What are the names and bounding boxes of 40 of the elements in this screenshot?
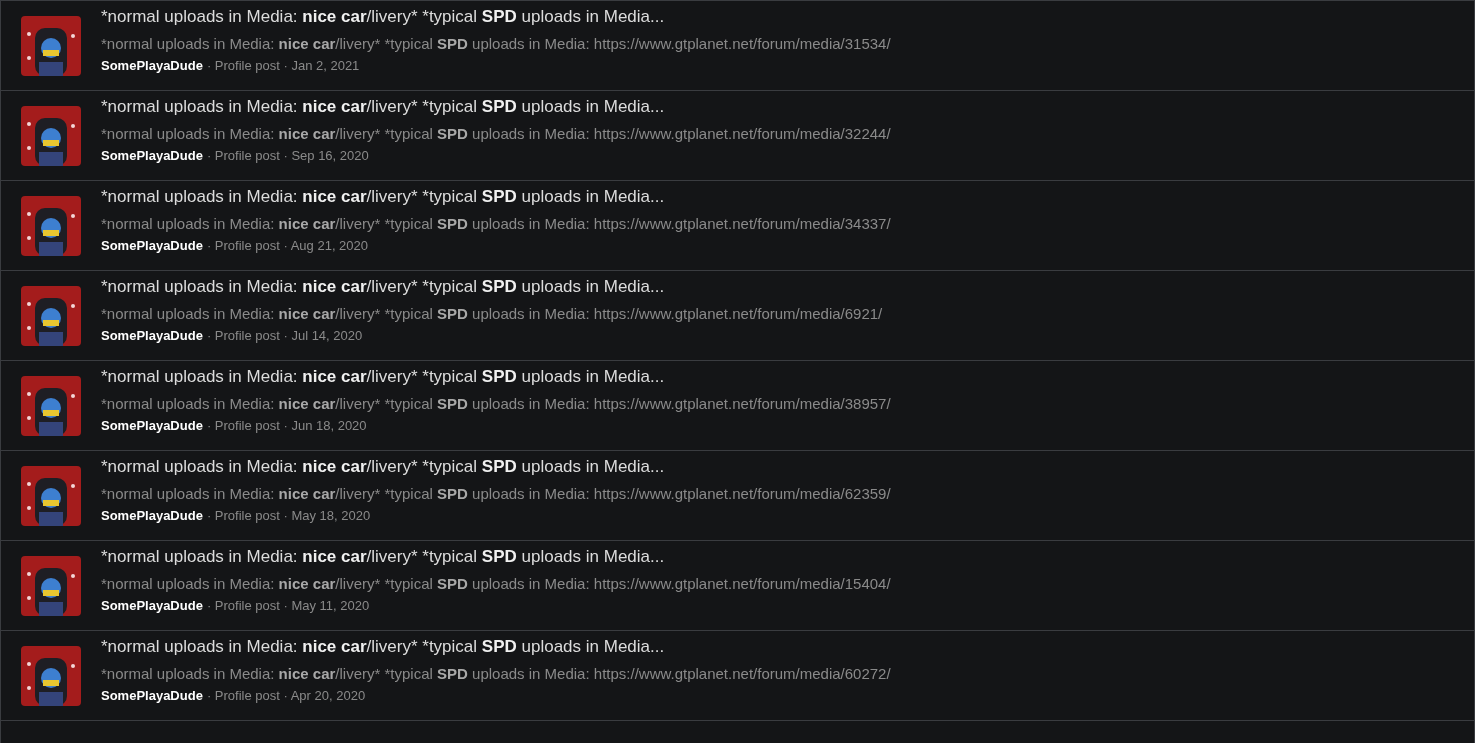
result-snippet: *normal uploads in Media: nice car/livery* *typical SPD uploads in Media: https://www.gtplanet.net/forum/media/34337/ <box>101 214 891 233</box>
author-link[interactable]: SomePlayaDude <box>101 417 203 434</box>
avatar-drawing <box>21 466 81 526</box>
result-snippet: *normal uploads in Media: nice car/livery* *typical SPD uploads in Media: https://www.gtplanet.net/forum/media/38957/ <box>101 394 891 413</box>
avatar-drawing <box>21 106 81 166</box>
result-snippet: *normal uploads in Media: nice car/livery* *typical SPD uploads in Media: https://www.gtplanet.net/forum/media/6921/ <box>101 304 883 323</box>
post-meta: · Profile post · Jun 18, 2020 <box>206 417 367 434</box>
avatar-drawing <box>21 556 81 616</box>
result-title[interactable]: *normal uploads in Media: nice car/livery* *typical SPD uploads in Media... <box>101 366 891 388</box>
post-meta: · Profile post · May 18, 2020 <box>206 507 371 524</box>
author-link[interactable]: SomePlayaDude <box>101 147 203 164</box>
result-title[interactable]: *normal uploads in Media: nice car/livery* *typical SPD uploads in Media... <box>101 6 891 28</box>
author-link[interactable]: SomePlayaDude <box>101 57 203 74</box>
post-meta: · Profile post · Jul 14, 2020 <box>206 327 363 344</box>
post-meta: · Profile post · Sep 16, 2020 <box>206 147 369 164</box>
result-snippet: *normal uploads in Media: nice car/livery* *typical SPD uploads in Media: https://www.gtplanet.net/forum/media/32244/ <box>101 124 891 143</box>
author-link[interactable]: SomePlayaDude <box>101 687 203 704</box>
avatar-drawing <box>21 16 81 76</box>
author-link[interactable]: SomePlayaDude <box>101 237 203 254</box>
avatar-drawing <box>21 196 81 256</box>
author-link[interactable]: SomePlayaDude <box>101 327 203 344</box>
post-meta: · Profile post · Jan 2, 2021 <box>206 57 360 74</box>
author-link[interactable]: SomePlayaDude <box>101 597 203 614</box>
result-title[interactable]: *normal uploads in Media: nice car/livery* *typical SPD uploads in Media... <box>101 276 883 298</box>
post-meta: · Profile post · Apr 20, 2020 <box>206 687 366 704</box>
avatar-drawing <box>21 286 81 346</box>
avatar-drawing <box>21 376 81 436</box>
result-snippet: *normal uploads in Media: nice car/livery* *typical SPD uploads in Media: https://www.gtplanet.net/forum/media/31534/ <box>101 34 891 53</box>
result-snippet: *normal uploads in Media: nice car/livery* *typical SPD uploads in Media: https://www.gtplanet.net/forum/media/62359/ <box>101 484 891 503</box>
result-title[interactable]: *normal uploads in Media: nice car/livery* *typical SPD uploads in Media... <box>101 636 891 658</box>
post-meta: · Profile post · Aug 21, 2020 <box>206 237 369 254</box>
result-title[interactable]: *normal uploads in Media: nice car/livery* *typical SPD uploads in Media... <box>101 186 891 208</box>
post-meta: · Profile post · May 11, 2020 <box>206 597 370 614</box>
result-snippet: *normal uploads in Media: nice car/livery* *typical SPD uploads in Media: https://www.gtplanet.net/forum/media/60272/ <box>101 664 891 683</box>
result-title[interactable]: *normal uploads in Media: nice car/livery* *typical SPD uploads in Media... <box>101 546 891 568</box>
result-title[interactable]: *normal uploads in Media: nice car/livery* *typical SPD uploads in Media... <box>101 96 891 118</box>
result-title[interactable]: *normal uploads in Media: nice car/livery* *typical SPD uploads in Media... <box>101 456 891 478</box>
result-snippet: *normal uploads in Media: nice car/livery* *typical SPD uploads in Media: https://www.gtplanet.net/forum/media/15404/ <box>101 574 891 593</box>
author-link[interactable]: SomePlayaDude <box>101 507 203 524</box>
avatar-drawing <box>21 646 81 706</box>
